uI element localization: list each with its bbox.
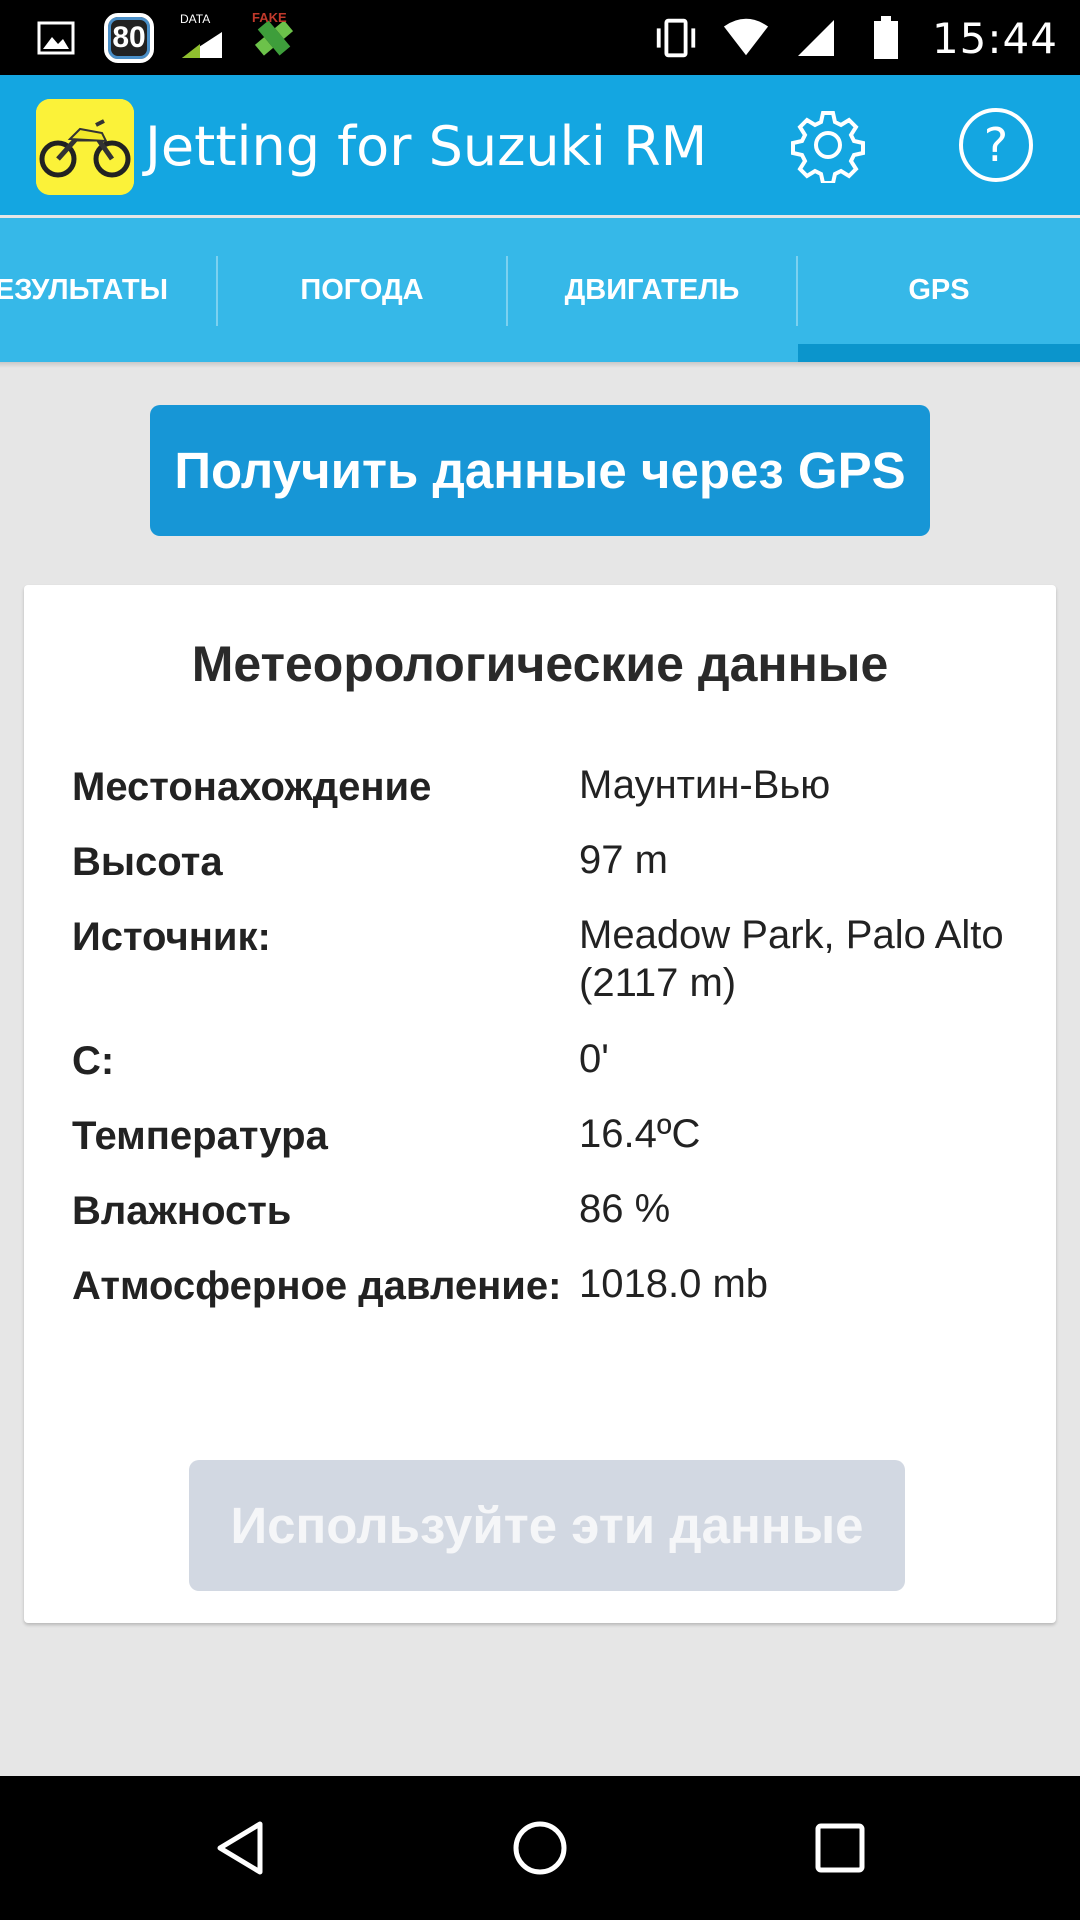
- fake-gps-icon: FAKE: [250, 10, 298, 62]
- get-gps-data-label: Получить данные через GPS: [174, 442, 906, 499]
- temperature-value: 16.4ºC: [579, 1112, 701, 1156]
- tab-engine-label: ДВИГАТЕЛЬ: [564, 273, 740, 306]
- battery-icon: [862, 14, 910, 62]
- signal-icon: [792, 14, 840, 62]
- tab-bar: ЕЗУЛЬТАТЫ ПОГОДА ДВИГАТЕЛЬ GPS: [0, 218, 1080, 362]
- tab-engine[interactable]: ДВИГАТЕЛЬ: [508, 218, 796, 362]
- recents-icon: [815, 1823, 865, 1873]
- tab-weather[interactable]: ПОГОДА: [218, 218, 506, 362]
- image-icon: [32, 14, 80, 62]
- since-label: С:: [72, 1039, 115, 1083]
- pressure-value: 1018.0 mb: [579, 1262, 769, 1306]
- app-title: Jetting for Suzuki RM: [145, 115, 708, 178]
- tab-weather-label: ПОГОДА: [300, 273, 424, 306]
- back-icon: [217, 1821, 263, 1875]
- tab-gps-label: GPS: [908, 273, 970, 306]
- help-button[interactable]: ?: [956, 105, 1036, 185]
- since-value: 0': [579, 1037, 609, 1081]
- badge-80-icon: 80: [104, 13, 154, 63]
- home-icon: [513, 1821, 567, 1875]
- fake-label: FAKE: [252, 10, 287, 25]
- tab-gps[interactable]: GPS: [798, 218, 1080, 362]
- app-bar: Jetting for Suzuki RM ?: [0, 75, 1080, 215]
- use-data-button[interactable]: Используйте эти данные: [189, 1460, 905, 1591]
- location-value: Маунтин-Вью: [579, 763, 831, 807]
- altitude-value: 97 m: [579, 838, 668, 882]
- tab-selected-indicator: [798, 344, 1080, 362]
- source-value: Meadow Park, Palo Alto (2117 m): [579, 913, 1004, 1005]
- status-left-icons: 80 DATA FAKE: [32, 10, 298, 66]
- vibrate-icon: [652, 14, 700, 62]
- badge-80-text: 80: [112, 21, 146, 54]
- tab-shadow: [0, 362, 1080, 368]
- recents-button[interactable]: [790, 1798, 890, 1898]
- data-icon: DATA: [178, 12, 226, 62]
- altitude-label: Высота: [72, 840, 223, 884]
- tab-results-label: ЕЗУЛЬТАТЫ: [0, 273, 168, 306]
- back-button[interactable]: [190, 1798, 290, 1898]
- navigation-bar: [0, 1776, 1080, 1920]
- temperature-label: Температура: [72, 1114, 328, 1158]
- status-bar: 80 DATA FAKE 15:44: [0, 0, 1080, 75]
- help-glyph: ?: [983, 118, 1009, 172]
- pressure-label: Атмосферное давление:: [72, 1264, 562, 1308]
- weather-card: Метеорологические данные Местонахождение…: [24, 585, 1056, 1623]
- humidity-label: Влажность: [72, 1189, 292, 1233]
- weather-card-title: Метеорологические данные: [191, 636, 889, 692]
- get-gps-data-button[interactable]: Получить данные через GPS: [150, 405, 930, 536]
- location-label: Местонахождение: [72, 765, 432, 809]
- status-right-icons: 15:44: [652, 8, 1058, 68]
- home-button[interactable]: [490, 1798, 590, 1898]
- use-data-label: Используйте эти данные: [230, 1497, 864, 1554]
- humidity-value: 86 %: [579, 1187, 671, 1231]
- data-label: DATA: [180, 12, 211, 26]
- help-icon: ?: [959, 108, 1033, 182]
- tab-results[interactable]: ЕЗУЛЬТАТЫ: [0, 218, 216, 362]
- status-clock: 15:44: [931, 13, 1058, 63]
- settings-button[interactable]: [788, 105, 868, 185]
- source-label: Источник:: [72, 915, 271, 959]
- app-logo: [36, 99, 134, 195]
- wifi-icon: [722, 14, 770, 62]
- gear-icon: [791, 111, 865, 183]
